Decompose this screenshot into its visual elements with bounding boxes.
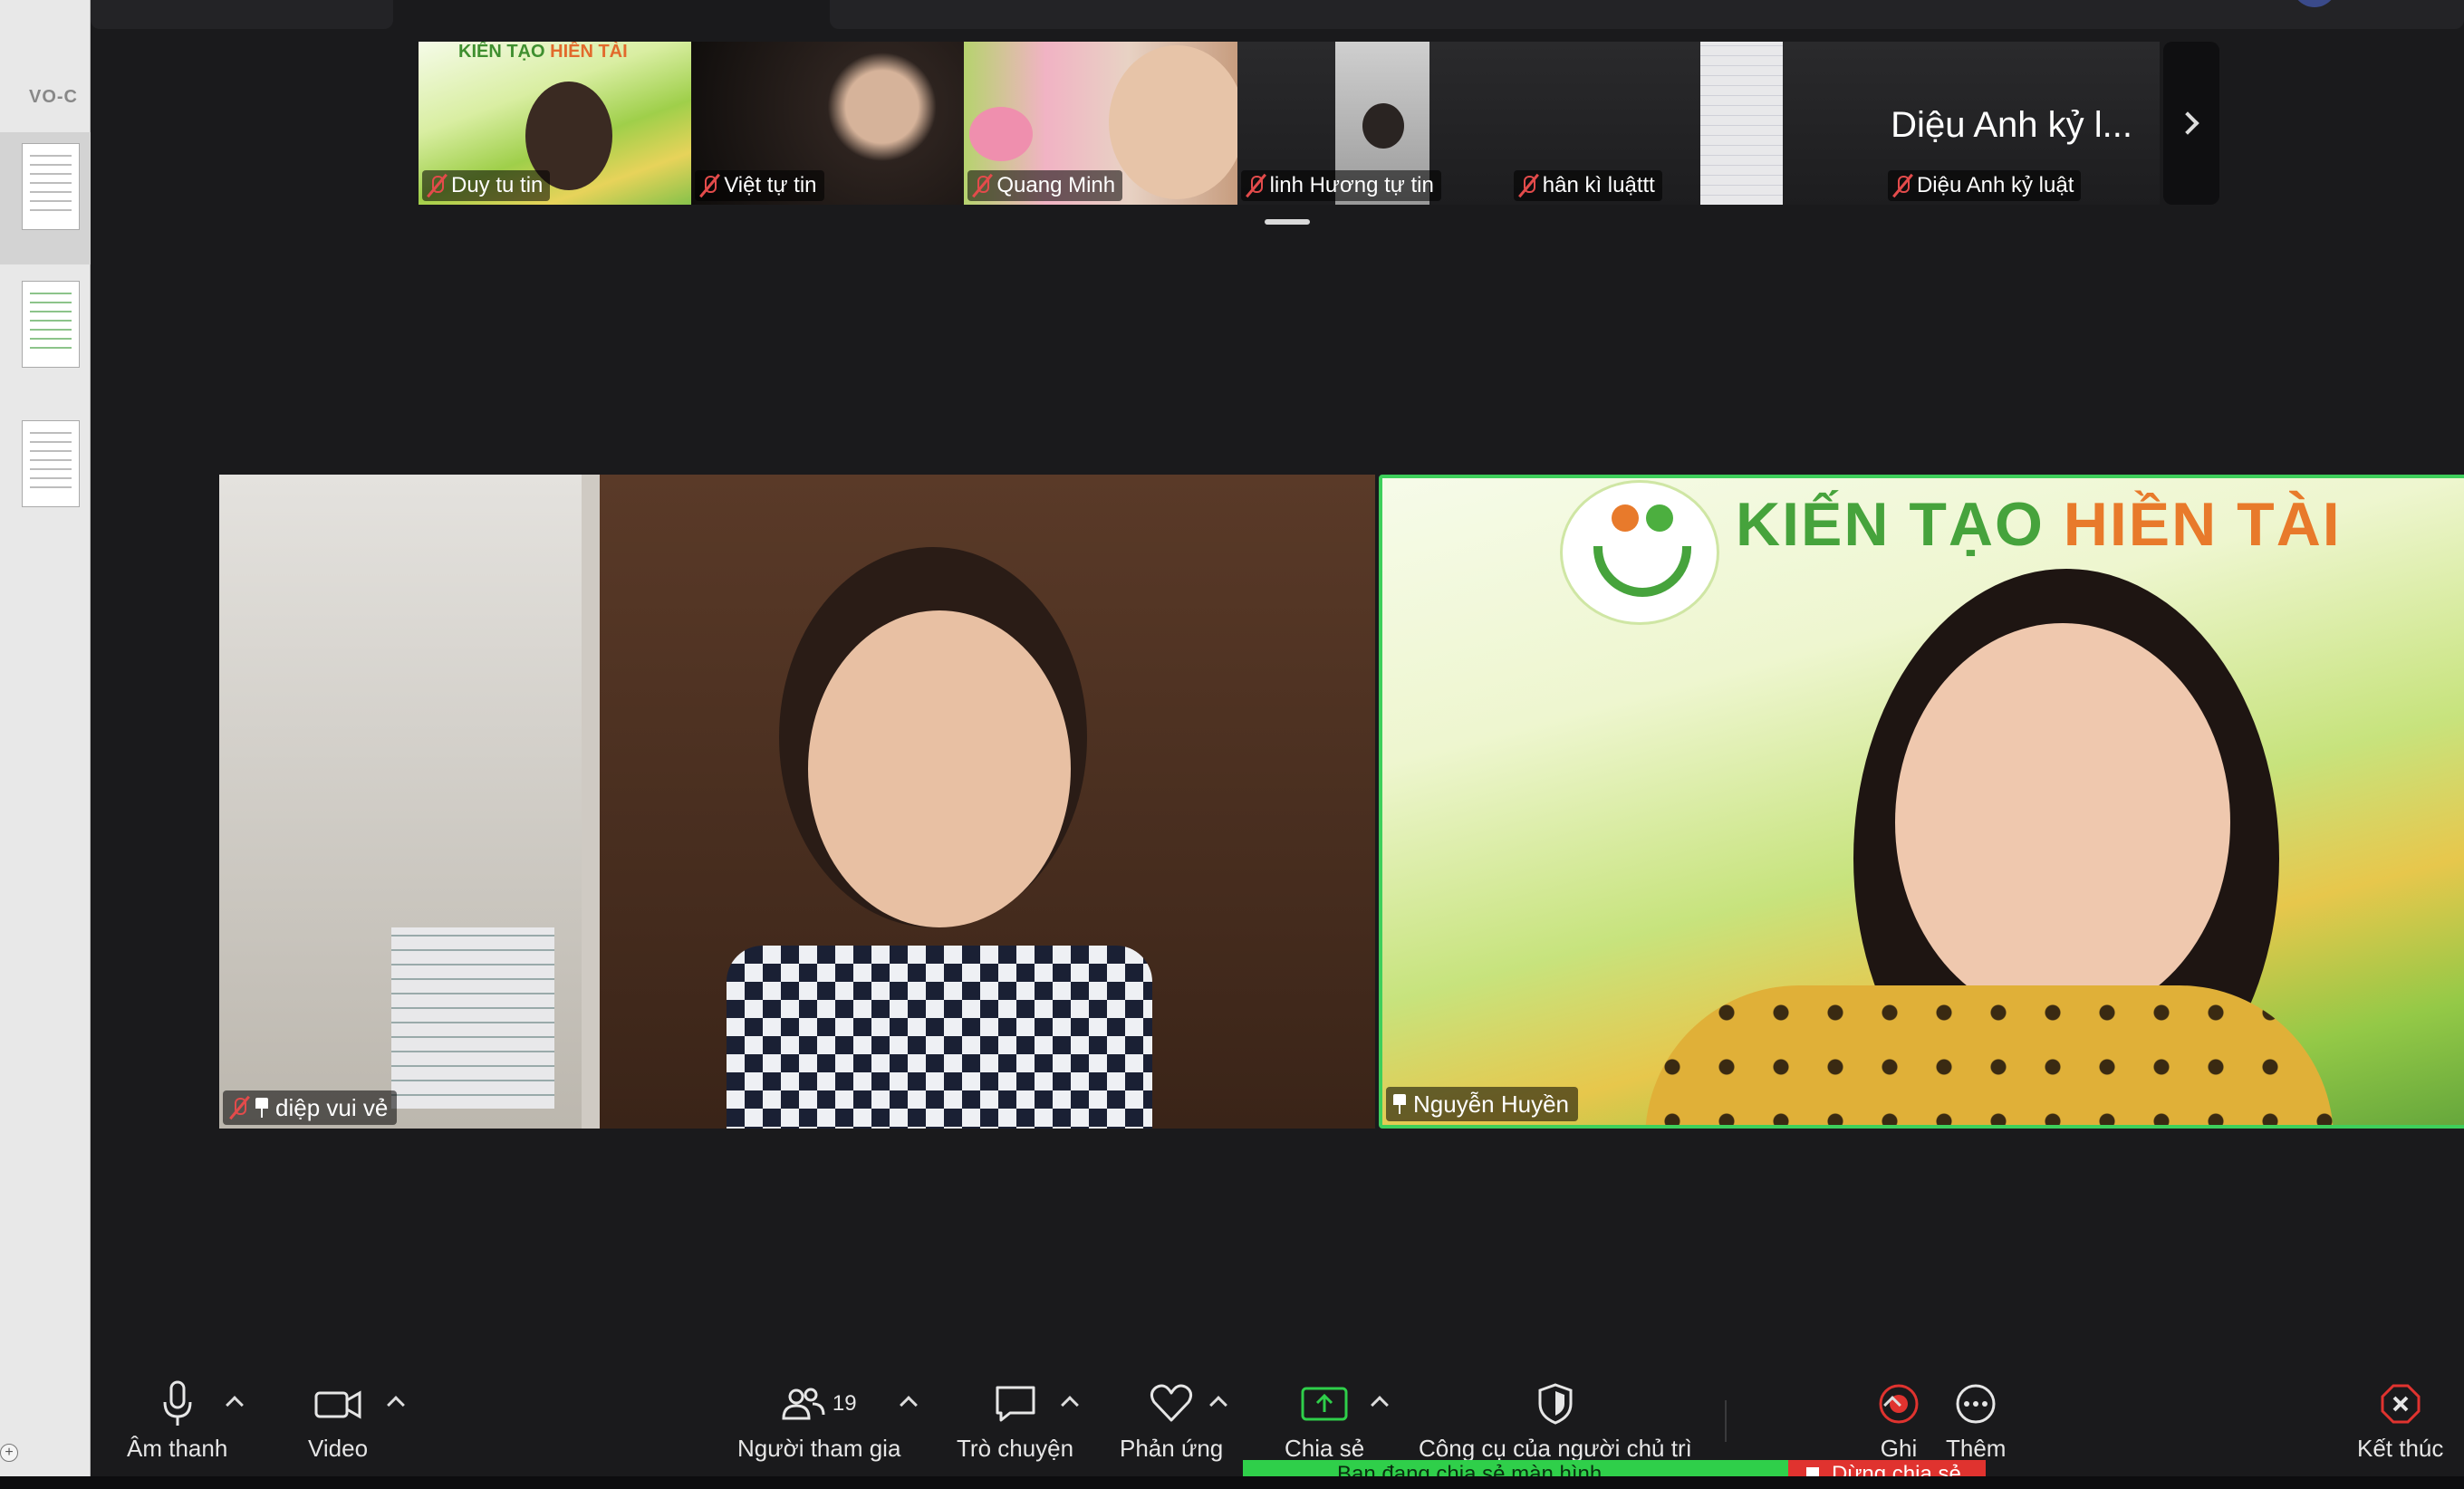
top-bar-left [91,0,393,29]
page-thumbnail-2[interactable] [22,281,80,368]
more-icon [1954,1377,1997,1431]
participant-tile[interactable]: Việt tự tin [691,42,965,205]
share-screen-button[interactable]: Chia sẻ [1285,1377,1364,1463]
participant-name-label: linh Hương tự tin [1240,170,1441,201]
record-label: Ghi [1880,1435,1918,1462]
participants-label: Người tham gia [737,1435,901,1462]
participant-name-label: Duy tu tin [422,170,551,201]
video-label: Video [308,1435,369,1462]
participant-name-label: Quang Minh [967,170,1123,201]
participant-face [1895,623,2230,1022]
participant-tile[interactable]: Diệu Anh kỷ l... Diệu Anh kỷ luật [1782,42,2160,205]
participants-icon: 19 [782,1377,857,1431]
participant-count: 19 [832,1391,857,1416]
chevron-right-icon [2176,111,2199,135]
participant-head [1362,103,1404,149]
mic-muted-icon [1517,173,1539,198]
strip-resize-handle[interactable] [1265,219,1310,225]
video-camera-icon [314,1377,361,1431]
chat-label: Trò chuyện [957,1435,1074,1462]
close-icon [2379,1377,2422,1431]
more-button[interactable]: Thêm [1946,1377,2006,1463]
toy-in-background [969,107,1034,161]
microphone-icon [159,1377,196,1431]
participant-shirt [1645,985,2334,1125]
participant-face [808,610,1071,927]
document-title-fragment: VO-C [29,87,78,107]
page-thumbnail-3[interactable] [22,420,80,507]
participant-tile[interactable]: linh Hương tự tin [1237,42,1510,205]
more-label: Thêm [1946,1435,2007,1462]
participant-name-label: diệp vui vẻ [223,1090,398,1125]
toolbar-divider [1725,1400,1727,1442]
stack-of-books [391,927,554,1109]
record-button[interactable]: Ghi [1877,1377,1920,1463]
participant-strip: KIẾN TẠO HIỀN TÀI Duy tu tin Việt tự tin… [419,42,2160,205]
document-sidebar: VO-C + [0,0,91,1489]
participant-video [1699,42,1783,205]
participant-name-label: hân kì luậttt [1513,170,1662,201]
banner-text: KIẾN TẠO HIỀN TÀI [1736,490,2342,559]
top-bar-right [830,0,2464,29]
pin-icon [1391,1092,1408,1116]
page-thumbnail-1[interactable] [22,143,80,230]
end-label: Kết thúc [2357,1435,2444,1462]
audio-button[interactable]: Âm thanh [127,1377,227,1463]
mic-muted-icon [1891,173,1913,198]
host-tools-label: Công cụ của người chủ trì [1419,1435,1692,1462]
add-page-icon[interactable]: + [0,1444,18,1462]
video-button[interactable]: Video [308,1377,368,1463]
mic-muted-icon [698,173,720,198]
pin-icon [254,1096,270,1119]
meeting-toolbar: Âm thanh Video 19 Người tham gia Trò chu… [91,1359,2464,1476]
participant-display-name: Diệu Anh kỷ l... [1891,105,2132,145]
participants-options-caret[interactable] [900,1396,918,1414]
reactions-button[interactable]: Phản ứng [1120,1377,1223,1463]
participant-name-label: Việt tự tin [695,170,824,201]
share-label: Chia sẻ [1285,1435,1365,1462]
share-options-caret[interactable] [1371,1396,1389,1414]
shield-icon [1536,1377,1574,1431]
end-meeting-button[interactable]: Kết thúc [2357,1377,2443,1463]
participant-tile[interactable]: KIẾN TẠO HIỀN TÀI Duy tu tin [419,42,692,205]
main-video-left[interactable]: diệp vui vẻ [219,475,1375,1129]
meeting-window: KIẾN TẠO HIỀN TÀI Duy tu tin Việt tự tin… [91,0,2464,1476]
reactions-label: Phản ứng [1120,1435,1224,1462]
next-page-button[interactable] [2163,42,2219,205]
participant-tile[interactable]: hân kì luậttt [1509,42,1783,205]
mic-muted-icon [228,1095,250,1120]
mic-muted-icon [971,173,993,198]
heart-icon [1149,1377,1194,1431]
chat-bubble-icon [994,1377,1037,1431]
main-video-right[interactable]: KIẾN TẠO HIỀN TÀI Nguyễn Huyền [1379,475,2464,1129]
screen: VO-C + KIẾN TẠO HIỀN TÀI Duy tu tin Việt… [0,0,2464,1489]
audio-options-caret[interactable] [226,1396,244,1414]
mic-muted-icon [426,173,448,198]
participants-button[interactable]: 19 Người tham gia [737,1377,900,1463]
audio-label: Âm thanh [127,1435,228,1462]
mic-muted-icon [1245,173,1266,198]
kien-tao-hien-tai-logo [1560,480,1719,625]
participant-name-label: Nguyễn Huyền [1386,1087,1578,1121]
screen-bottom-edge [0,1476,2464,1489]
participant-shirt [727,946,1152,1129]
video-options-caret[interactable] [387,1396,405,1414]
participant-tile[interactable]: Quang Minh [964,42,1237,205]
participant-name-label: Diệu Anh kỷ luật [1887,170,2082,201]
tile-logo-text: KIẾN TẠO HIỀN TÀI [458,42,628,62]
host-tools-button[interactable]: Công cụ của người chủ trì [1419,1377,1692,1463]
participant-video [1109,45,1237,199]
chat-button[interactable]: Trò chuyện [957,1377,1073,1463]
share-screen-icon [1301,1377,1348,1431]
